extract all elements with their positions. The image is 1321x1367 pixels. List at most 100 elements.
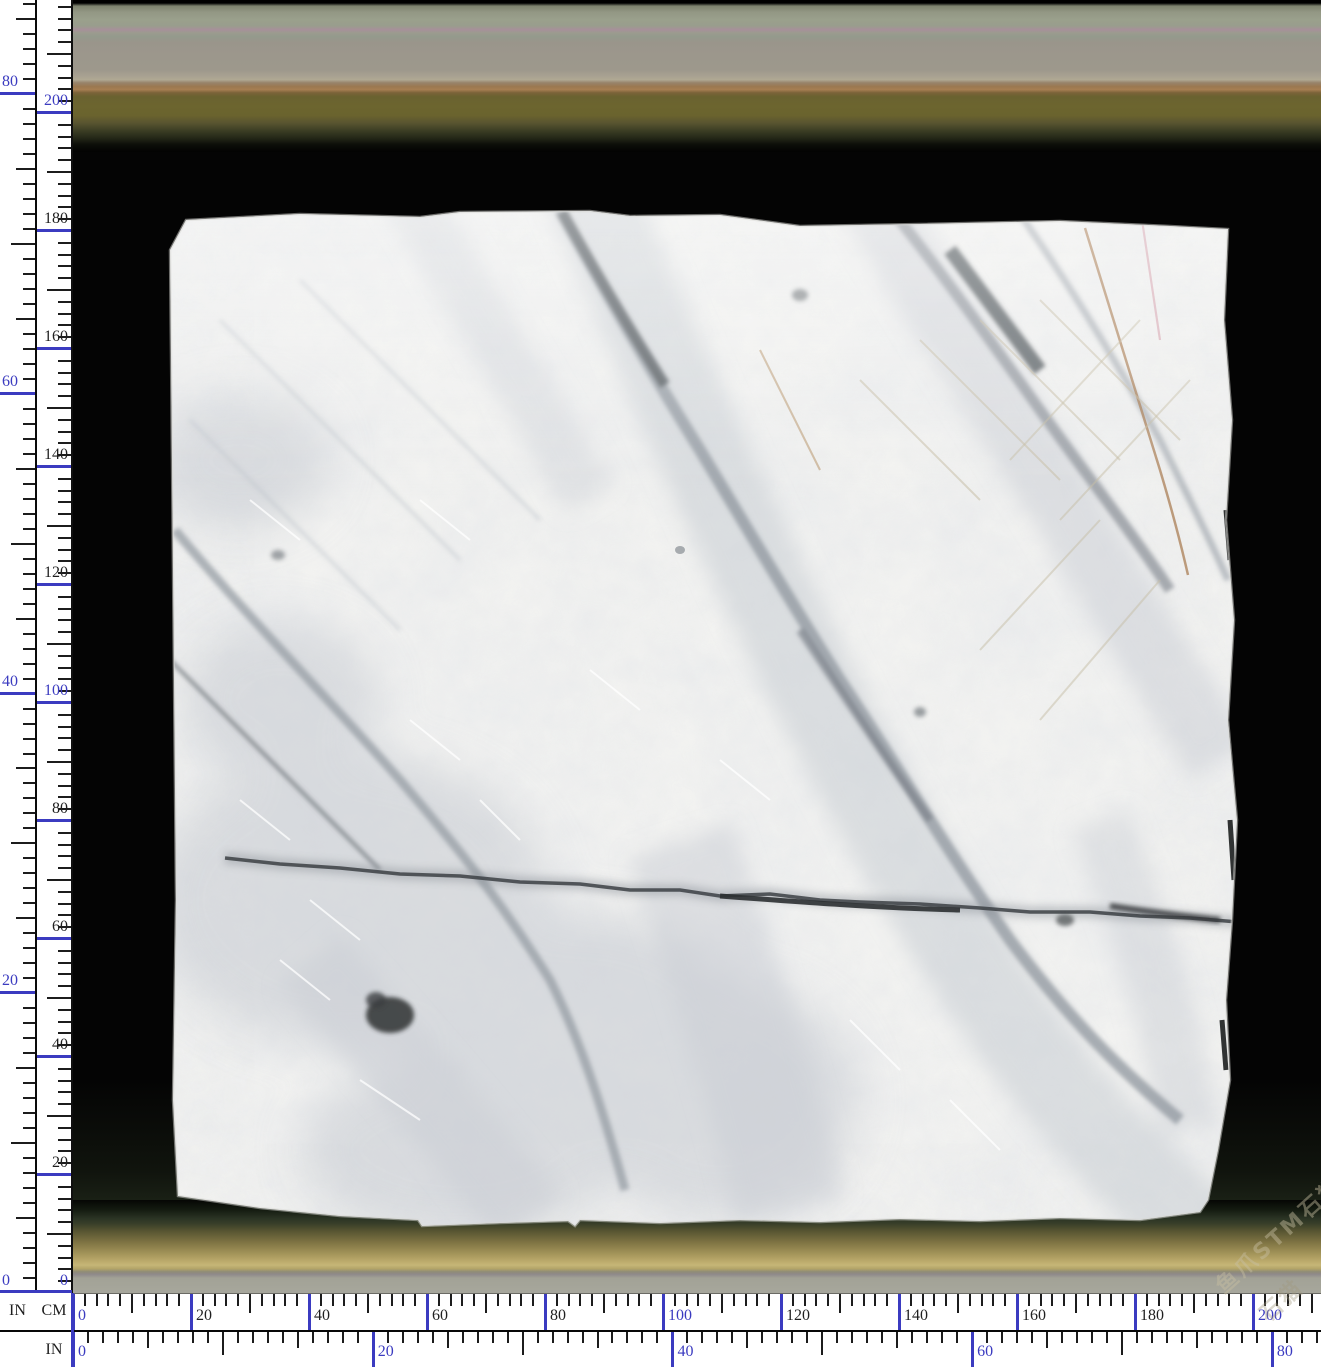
ruler-label: 0 bbox=[78, 1308, 86, 1324]
ruler-tick bbox=[733, 1294, 735, 1306]
ruler-tick bbox=[47, 643, 71, 645]
ruler-tick bbox=[23, 1157, 35, 1159]
ruler-major-mark bbox=[372, 1332, 375, 1367]
vertical-ruler-inches: 020406080 bbox=[0, 0, 35, 1293]
ruler-tick bbox=[58, 383, 71, 385]
ruler-tick bbox=[1076, 1332, 1078, 1343]
ruler-tick bbox=[776, 1332, 778, 1343]
ruler-tick bbox=[379, 1294, 381, 1306]
ruler-tick bbox=[1287, 1294, 1289, 1306]
ruler-tick bbox=[58, 914, 71, 916]
ruler-tick bbox=[23, 827, 35, 829]
ruler-tick bbox=[58, 1209, 71, 1211]
ruler-tick bbox=[1299, 1294, 1301, 1306]
ruler-tick bbox=[1241, 1332, 1243, 1343]
ruler-tick bbox=[23, 273, 35, 275]
ruler-tick bbox=[222, 1332, 224, 1355]
ruler-tick bbox=[1004, 1294, 1006, 1306]
ruler-tick bbox=[58, 832, 71, 834]
ruler-major-mark bbox=[37, 465, 71, 468]
ruler-tick bbox=[16, 917, 35, 919]
ruler-tick bbox=[58, 206, 71, 208]
ruler-tick bbox=[23, 1007, 35, 1009]
ruler-tick bbox=[58, 985, 71, 987]
ruler-label: 80 bbox=[1277, 1344, 1293, 1360]
ruler-tick bbox=[58, 419, 71, 421]
ruler-tick bbox=[58, 1032, 71, 1034]
ruler-tick bbox=[761, 1332, 763, 1343]
ruler-tick bbox=[23, 782, 35, 784]
ruler-label: 20 bbox=[378, 1344, 394, 1360]
ruler-label: 160 bbox=[1022, 1308, 1046, 1324]
ruler-tick bbox=[58, 159, 71, 161]
marble-slab-scan bbox=[160, 200, 1250, 1235]
ruler-tick bbox=[267, 1332, 269, 1343]
ruler-tick bbox=[507, 1332, 509, 1343]
ruler-tick bbox=[23, 588, 35, 590]
ruler-tick bbox=[1181, 1332, 1183, 1343]
ruler-tick bbox=[23, 108, 35, 110]
ruler-tick bbox=[58, 1257, 71, 1259]
ruler-tick bbox=[58, 124, 71, 126]
ruler-major-mark bbox=[1252, 1294, 1255, 1330]
ruler-tick bbox=[532, 1294, 534, 1306]
ruler-tick bbox=[297, 1332, 299, 1348]
ruler-tick bbox=[11, 1142, 35, 1144]
ruler-major-mark bbox=[898, 1294, 901, 1330]
ruler-tick bbox=[956, 1332, 958, 1343]
ruler-label: 140 bbox=[904, 1308, 928, 1324]
ruler-tick bbox=[58, 360, 71, 362]
ruler-tick bbox=[202, 1294, 204, 1306]
ruler-major-mark bbox=[662, 1294, 665, 1330]
ruler-tick bbox=[716, 1332, 718, 1343]
ruler-label: 80 bbox=[2, 74, 18, 90]
ruler-tick bbox=[343, 1294, 345, 1306]
ruler-tick bbox=[23, 438, 35, 440]
ruler-tick bbox=[47, 1233, 71, 1235]
ruler-tick bbox=[23, 633, 35, 635]
ruler-tick bbox=[863, 1294, 865, 1306]
ruler-label: 0 bbox=[60, 1273, 68, 1289]
ruler-tick bbox=[23, 857, 35, 859]
ruler-tick bbox=[355, 1294, 357, 1306]
ruler-tick bbox=[119, 1294, 121, 1306]
ruler-tick bbox=[552, 1332, 554, 1343]
ruler-tick bbox=[537, 1332, 539, 1343]
ruler-tick bbox=[686, 1332, 688, 1343]
ruler-tick bbox=[391, 1294, 393, 1306]
ruler-tick bbox=[23, 1097, 35, 1099]
ruler-tick bbox=[58, 1139, 71, 1141]
ruler-tick bbox=[23, 648, 35, 650]
ruler-tick bbox=[47, 407, 71, 409]
ruler-tick bbox=[58, 737, 71, 739]
ruler-major-mark bbox=[308, 1294, 311, 1330]
ruler-major-mark bbox=[426, 1294, 429, 1330]
ruler-tick bbox=[768, 1294, 770, 1306]
ruler-tick bbox=[58, 903, 71, 905]
ruler-label: 40 bbox=[314, 1308, 330, 1324]
ruler-tick bbox=[58, 431, 71, 433]
ruler-tick bbox=[611, 1332, 613, 1343]
ruler-tick bbox=[284, 1294, 286, 1306]
ruler-tick bbox=[367, 1294, 369, 1313]
ruler-tick bbox=[23, 738, 35, 740]
ruler-major-mark bbox=[37, 701, 71, 704]
ruler-tick bbox=[58, 785, 71, 787]
ruler-tick bbox=[23, 153, 35, 155]
ruler-tick bbox=[792, 1294, 794, 1306]
ruler-tick bbox=[874, 1294, 876, 1306]
ruler-tick bbox=[252, 1332, 254, 1343]
ruler-tick bbox=[58, 726, 71, 728]
ruler-tick bbox=[58, 1103, 71, 1105]
ruler-tick bbox=[23, 1262, 35, 1264]
ruler-tick bbox=[58, 265, 71, 267]
ruler-tick bbox=[332, 1294, 334, 1306]
ruler-tick bbox=[701, 1332, 703, 1343]
ruler-major-mark bbox=[1271, 1332, 1274, 1367]
ruler-tick bbox=[881, 1332, 883, 1343]
ruler-tick bbox=[58, 395, 71, 397]
ruler-tick bbox=[461, 1294, 463, 1306]
ruler-tick bbox=[745, 1294, 747, 1306]
ruler-tick bbox=[58, 1245, 71, 1247]
ruler-major-mark bbox=[37, 111, 71, 114]
